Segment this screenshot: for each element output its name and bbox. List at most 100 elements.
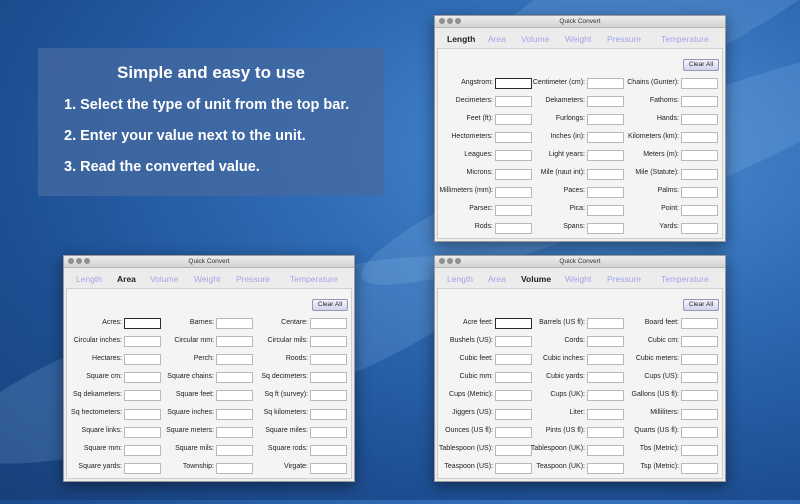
tab-length[interactable]: Length xyxy=(76,270,102,288)
unit-value-input[interactable] xyxy=(216,318,253,329)
unit-value-input[interactable] xyxy=(310,372,347,384)
unit-value-input[interactable] xyxy=(124,426,161,438)
unit-value-input[interactable] xyxy=(587,96,624,108)
unit-value-input[interactable] xyxy=(587,336,624,348)
unit-value-input[interactable] xyxy=(495,318,532,329)
unit-value-input[interactable] xyxy=(124,336,161,348)
zoom-button[interactable] xyxy=(455,18,461,24)
unit-value-input[interactable] xyxy=(681,372,718,384)
clear-all-button[interactable]: Clear All xyxy=(312,299,348,311)
unit-value-input[interactable] xyxy=(587,426,624,438)
unit-value-input[interactable] xyxy=(495,354,532,366)
unit-value-input[interactable] xyxy=(216,390,253,402)
minimize-button[interactable] xyxy=(76,258,82,264)
close-button[interactable] xyxy=(439,18,445,24)
close-button[interactable] xyxy=(439,258,445,264)
unit-value-input[interactable] xyxy=(681,168,718,180)
unit-value-input[interactable] xyxy=(587,204,624,216)
unit-value-input[interactable] xyxy=(587,372,624,384)
unit-value-input[interactable] xyxy=(495,114,532,126)
close-button[interactable] xyxy=(68,258,74,264)
unit-value-input[interactable] xyxy=(495,222,532,234)
unit-value-input[interactable] xyxy=(681,426,718,438)
unit-value-input[interactable] xyxy=(310,390,347,402)
window-titlebar[interactable]: Quick Convert xyxy=(435,256,725,268)
unit-value-input[interactable] xyxy=(310,354,347,366)
tab-area[interactable]: Area xyxy=(488,30,506,48)
unit-value-input[interactable] xyxy=(310,426,347,438)
unit-value-input[interactable] xyxy=(587,150,624,162)
unit-value-input[interactable] xyxy=(310,318,347,329)
unit-value-input[interactable] xyxy=(681,462,718,474)
unit-value-input[interactable] xyxy=(495,204,532,216)
clear-all-button[interactable]: Clear All xyxy=(683,59,719,71)
unit-value-input[interactable] xyxy=(681,444,718,456)
unit-value-input[interactable] xyxy=(681,132,718,144)
unit-value-input[interactable] xyxy=(495,444,532,456)
unit-value-input[interactable] xyxy=(495,186,532,198)
minimize-button[interactable] xyxy=(447,258,453,264)
unit-value-input[interactable] xyxy=(681,150,718,162)
unit-value-input[interactable] xyxy=(216,426,253,438)
unit-value-input[interactable] xyxy=(495,78,532,89)
unit-value-input[interactable] xyxy=(587,168,624,180)
unit-value-input[interactable] xyxy=(495,426,532,438)
unit-value-input[interactable] xyxy=(681,354,718,366)
unit-value-input[interactable] xyxy=(216,336,253,348)
unit-value-input[interactable] xyxy=(681,78,718,89)
unit-value-input[interactable] xyxy=(216,444,253,456)
tab-pressure[interactable]: Pressure xyxy=(607,270,641,288)
unit-value-input[interactable] xyxy=(124,462,161,474)
unit-value-input[interactable] xyxy=(681,222,718,234)
tab-length[interactable]: Length xyxy=(447,270,473,288)
unit-value-input[interactable] xyxy=(587,462,624,474)
unit-value-input[interactable] xyxy=(681,114,718,126)
unit-value-input[interactable] xyxy=(587,444,624,456)
minimize-button[interactable] xyxy=(447,18,453,24)
unit-value-input[interactable] xyxy=(495,372,532,384)
tab-length[interactable]: Length xyxy=(447,30,475,48)
tab-temperature[interactable]: Temperature xyxy=(661,30,709,48)
tab-weight[interactable]: Weight xyxy=(194,270,220,288)
unit-value-input[interactable] xyxy=(587,114,624,126)
unit-value-input[interactable] xyxy=(124,408,161,420)
unit-value-input[interactable] xyxy=(495,336,532,348)
unit-value-input[interactable] xyxy=(587,78,624,89)
unit-value-input[interactable] xyxy=(681,318,718,329)
unit-value-input[interactable] xyxy=(681,96,718,108)
unit-value-input[interactable] xyxy=(310,462,347,474)
unit-value-input[interactable] xyxy=(216,408,253,420)
unit-value-input[interactable] xyxy=(681,186,718,198)
unit-value-input[interactable] xyxy=(310,444,347,456)
unit-value-input[interactable] xyxy=(495,96,532,108)
unit-value-input[interactable] xyxy=(587,390,624,402)
unit-value-input[interactable] xyxy=(216,354,253,366)
unit-value-input[interactable] xyxy=(124,444,161,456)
window-titlebar[interactable]: Quick Convert xyxy=(435,16,725,28)
tab-area[interactable]: Area xyxy=(488,270,506,288)
zoom-button[interactable] xyxy=(455,258,461,264)
tab-volume[interactable]: Volume xyxy=(521,270,551,288)
unit-value-input[interactable] xyxy=(495,462,532,474)
tab-temperature[interactable]: Temperature xyxy=(661,270,709,288)
unit-value-input[interactable] xyxy=(681,390,718,402)
unit-value-input[interactable] xyxy=(124,390,161,402)
unit-value-input[interactable] xyxy=(495,150,532,162)
unit-value-input[interactable] xyxy=(681,204,718,216)
unit-value-input[interactable] xyxy=(216,462,253,474)
tab-volume[interactable]: Volume xyxy=(150,270,178,288)
tab-pressure[interactable]: Pressure xyxy=(607,30,641,48)
tab-weight[interactable]: Weight xyxy=(565,270,591,288)
unit-value-input[interactable] xyxy=(124,372,161,384)
unit-value-input[interactable] xyxy=(124,318,161,329)
tab-temperature[interactable]: Temperature xyxy=(290,270,338,288)
zoom-button[interactable] xyxy=(84,258,90,264)
unit-value-input[interactable] xyxy=(495,132,532,144)
window-titlebar[interactable]: Quick Convert xyxy=(64,256,354,268)
unit-value-input[interactable] xyxy=(216,372,253,384)
tab-weight[interactable]: Weight xyxy=(565,30,591,48)
clear-all-button[interactable]: Clear All xyxy=(683,299,719,311)
unit-value-input[interactable] xyxy=(587,408,624,420)
unit-value-input[interactable] xyxy=(587,186,624,198)
unit-value-input[interactable] xyxy=(587,318,624,329)
